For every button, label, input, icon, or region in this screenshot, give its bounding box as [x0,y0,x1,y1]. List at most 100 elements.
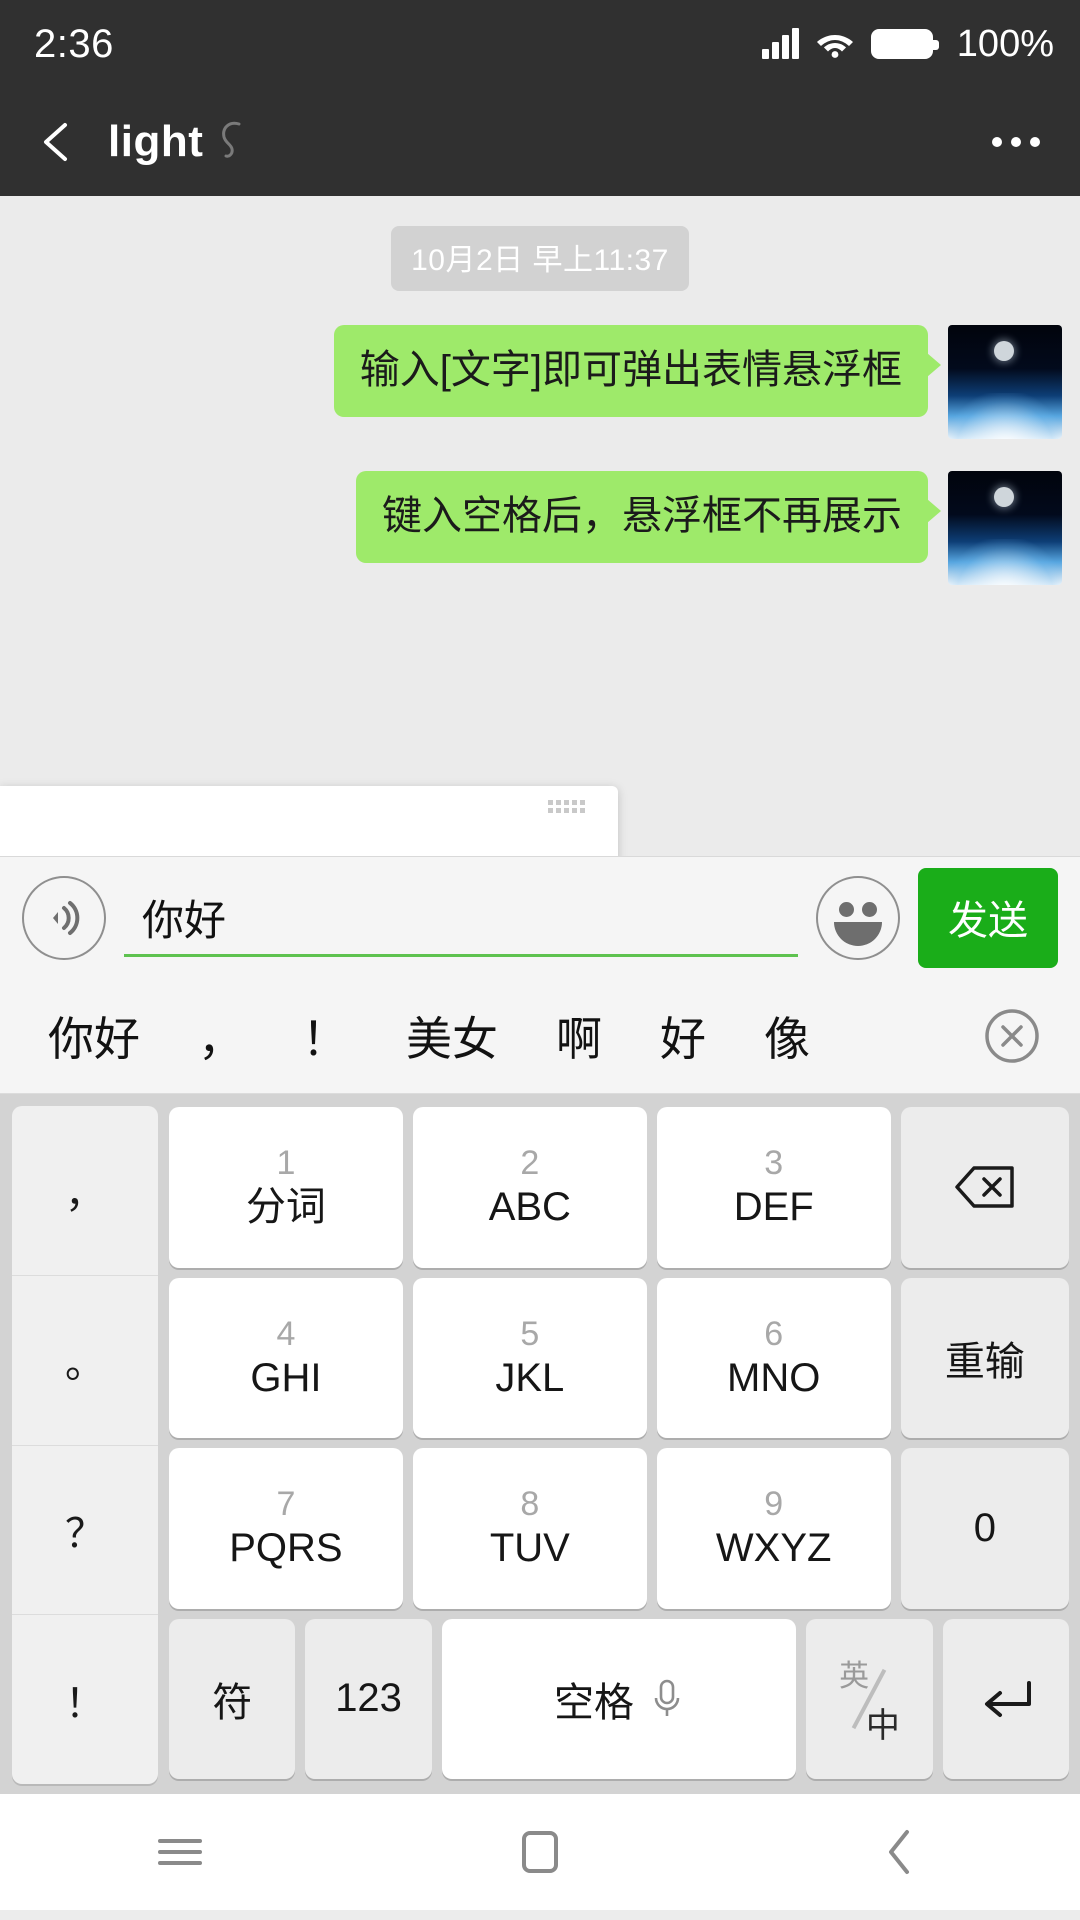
key-label: 空格 [554,1680,635,1725]
emoji-face-icon[interactable] [816,875,900,960]
avatar[interactable] [948,325,1062,439]
key-number: 9 [764,1485,784,1524]
key-label: GHI [250,1355,322,1400]
key-5[interactable]: 5 JKL [412,1277,647,1438]
key-0[interactable]: 0 [900,1448,1070,1609]
message-input-field[interactable]: 你好 [124,873,798,963]
key-label-cn: 中 [865,1706,900,1745]
avatar[interactable] [948,471,1062,585]
status-time: 2:36 [34,21,114,66]
back-chevron-icon[interactable] [34,119,80,165]
message-row-1: 输入[文字]即可弹出表情悬浮框 [0,325,1080,439]
key-comma[interactable]: ， [12,1106,158,1276]
sticker-suggestion-popup[interactable]: 全TM是 套路！ 我和小伙伴们都惊呆了! [0,786,618,856]
key-space[interactable]: 空格 [441,1618,797,1779]
keypad: 1 分词 2 ABC 3 DEF 4 GHI 5 JKL 6 MNO 重输 7 … [164,1102,1074,1784]
chat-message-list[interactable]: 10月2日 早上11:37 输入[文字]即可弹出表情悬浮框 键入空格后，悬浮框不… [0,196,1080,856]
candidate-item[interactable]: 像 [764,1003,810,1069]
key-language-toggle[interactable]: 英 中 [806,1618,933,1779]
key-3[interactable]: 3 DEF [656,1107,891,1268]
sticker-caption: 我和小伙伴们都惊呆了! [258,853,498,856]
input-underline [124,953,798,957]
key-label: 0 [973,1505,996,1550]
avatar-haze [948,539,1062,585]
menu-icon[interactable] [120,1817,240,1887]
app-bar: light [0,88,1080,196]
send-button[interactable]: 发送 [918,867,1058,968]
key-symbols[interactable]: 符 [169,1618,296,1779]
key-number: 5 [520,1314,540,1353]
microphone-icon [654,1679,680,1716]
key-number: 3 [764,1144,784,1183]
key-6[interactable]: 6 MNO [656,1277,891,1438]
candidate-item[interactable]: 好 [660,1003,706,1069]
status-indicators: 100% [761,22,1054,66]
key-label: 重输 [944,1339,1025,1384]
system-nav-bar [0,1794,1080,1910]
signal-icon [761,28,799,59]
avatar-haze [948,393,1062,439]
punctuation-column: ， 。 ？ ！ [6,1102,164,1784]
message-bubble[interactable]: 输入[文字]即可弹出表情悬浮框 [333,325,942,417]
more-options-icon[interactable] [992,137,1046,147]
candidate-item[interactable]: 美女 [406,1003,498,1069]
chat-input-bar: 你好 发送 [0,856,1080,978]
message-row-2: 键入空格后，悬浮框不再展示 [0,471,1080,585]
candidate-item[interactable]: 啊 [556,1003,602,1069]
key-number: 7 [276,1485,296,1524]
candidate-item[interactable]: ， [198,1003,244,1069]
clear-candidates-icon[interactable] [982,1006,1042,1066]
key-enter[interactable] [942,1618,1070,1779]
key-backspace[interactable] [900,1107,1070,1268]
message-input-value: 你好 [142,897,227,944]
nav-back-chevron-icon[interactable] [840,1817,960,1887]
key-4[interactable]: 4 GHI [169,1277,403,1438]
key-label: WXYZ [715,1526,832,1571]
key-9[interactable]: 9 WXYZ [656,1448,891,1609]
key-label: JKL [495,1355,565,1400]
key-numeric[interactable]: 123 [305,1618,432,1779]
candidate-item[interactable]: ！ [302,1003,348,1069]
page-title: light [108,117,204,166]
enter-arrow-icon [984,1680,1031,1717]
daystamp-row: 10月2日 早上11:37 [0,226,1080,291]
wifi-icon [815,29,855,59]
status-bar: 2:36 100% [0,0,1080,88]
chat-daystamp: 10月2日 早上11:37 [391,226,689,291]
phone-screen: 2:36 100% light 10月2日 早上11:37 输入[文字]即可弹出… [0,0,1080,1920]
key-number: 2 [520,1144,540,1183]
drag-grip-icon[interactable] [548,800,592,813]
keypad-row-2: 4 GHI 5 JKL 6 MNO 重输 [164,1273,1074,1444]
key-2[interactable]: 2 ABC [412,1107,647,1268]
ime-candidate-bar: 你好 ， ！ 美女 啊 好 像 [0,978,1080,1094]
key-exclamation[interactable]: ！ [12,1615,158,1784]
ear-glyph-icon [217,117,251,168]
candidate-item[interactable]: 你好 [48,1003,140,1069]
key-8[interactable]: 8 TUV [412,1448,647,1609]
key-label: ABC [488,1185,571,1230]
key-label: 符 [212,1680,253,1725]
keypad-row-4: 符 123 空格 英 中 [164,1614,1074,1785]
key-retype[interactable]: 重输 [900,1277,1070,1438]
keypad-row-1: 1 分词 2 ABC 3 DEF [164,1102,1074,1273]
sticker-item[interactable]: 我和小伙伴们都惊呆了! [248,829,498,856]
key-label: TUV [489,1526,570,1571]
key-label: DEF [733,1185,814,1230]
key-question[interactable]: ？ [12,1445,158,1616]
key-label: 123 [335,1676,402,1721]
key-number: 8 [520,1485,540,1524]
avatar-moon [994,487,1014,507]
ime-keyboard: ， 。 ？ ！ 1 分词 2 ABC 3 DEF 4 GHI 5 JKL 6 M… [0,1094,1080,1794]
key-label: MNO [727,1355,821,1400]
key-label: 分词 [245,1185,326,1230]
battery-percent: 100% [956,22,1054,65]
key-1[interactable]: 1 分词 [169,1107,403,1268]
home-square-icon[interactable] [480,1817,600,1887]
battery-icon [870,29,939,59]
message-bubble[interactable]: 键入空格后，悬浮框不再展示 [356,471,941,563]
voice-input-icon[interactable] [22,875,106,960]
key-7[interactable]: 7 PQRS [169,1448,403,1609]
key-label-en: 英 [839,1659,870,1693]
key-period[interactable]: 。 [12,1275,158,1446]
key-number: 6 [764,1314,784,1353]
